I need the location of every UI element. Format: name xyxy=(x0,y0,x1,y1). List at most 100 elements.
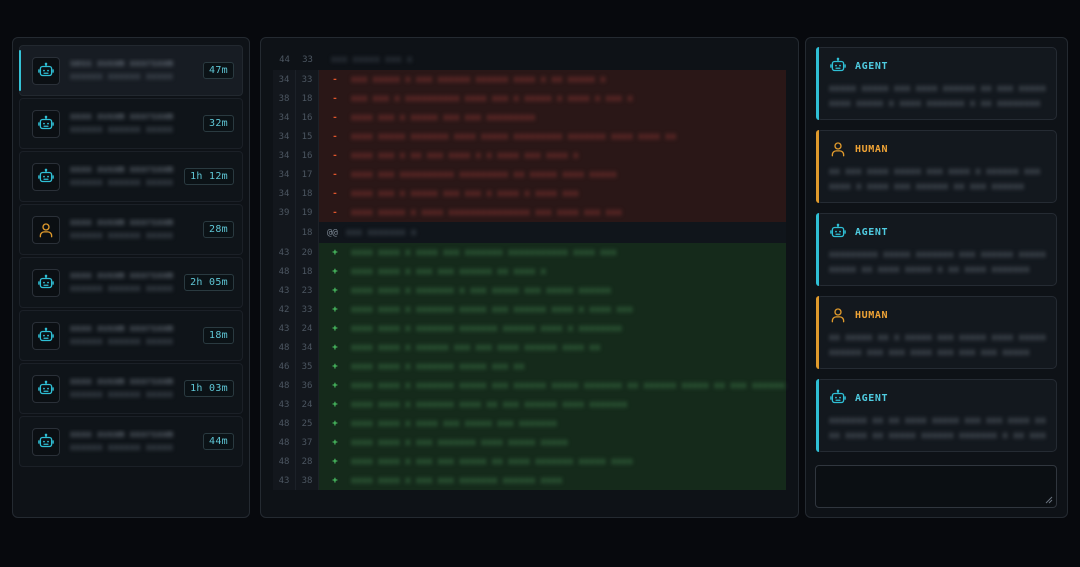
code-text: xxxx xxxx x xxxxxxx xxxxxxx xxxxxx xxxx … xyxy=(351,323,622,334)
plus-sign: + xyxy=(332,399,338,410)
diff-added-line: 48 28 + xxxx xxxx x xxx xxx xxxxx xx xxxx x… xyxy=(273,452,786,471)
message-text-line: xxxxxxx xx xx xxxx xxxxx xxx xxx xxxx xx… xyxy=(829,416,1046,426)
person-icon xyxy=(829,140,847,158)
code-text: xxxx xxx x xxxxx xxx xxx xxxxxxxxx xyxy=(351,112,536,123)
message-header: AGENT xyxy=(829,57,1046,75)
minus-sign: - xyxy=(332,74,338,85)
diff-added-line: 48 25 + xxxx xxxx x xxxx xxx xxxxx xxx xxxx… xyxy=(273,414,786,433)
diff-added-line: 48 36 + xxxx xxxx x xxxxxxx xxxxx xxx xxxxx… xyxy=(273,376,786,395)
resize-handle-icon[interactable] xyxy=(1045,496,1053,504)
session-text: xxxx xvxxm xxxrsxxm xxxxxx xxxxxx xxxxx xyxy=(60,270,184,296)
session-title: xxxx xvxxm xxxrsxxm xyxy=(70,270,173,281)
diff-added-line: 43 38 + xxxx xxxx x xxx xxx xxxxxxx xxxxxx … xyxy=(273,471,786,490)
new-line-number: 33 xyxy=(296,70,319,89)
session-item[interactable]: xxxx xvxxm xxxrsxxm xxxxxx xxxxxx xxxxx 1h… xyxy=(19,363,243,414)
robot-icon xyxy=(32,162,60,191)
session-duration-badge: 44m xyxy=(203,433,234,450)
message-text-line: xx xxxx xx xxxxx xxxxxx xxxxxxx x xx xxx xyxy=(829,431,1046,441)
message-header: AGENT xyxy=(829,389,1046,407)
code-text: xxxx xxxxx x xxxx xxxxxxxxxxxxxxx xxx xx… xyxy=(351,207,622,218)
session-duration-badge: 2h 05m xyxy=(184,274,234,291)
new-line-number: 33 xyxy=(296,300,319,319)
code-text: xxxx xxxx x xxxxxxx xxxxx xxx xx xyxy=(351,361,525,372)
plus-sign: + xyxy=(332,304,338,315)
plus-sign: + xyxy=(332,342,338,353)
session-item[interactable]: xxxx xvxxm xxxrsxxm xxxxxx xxxxxx xxxxx 32… xyxy=(19,98,243,149)
message-body: xxxxxxx xx xx xxxx xxxxx xxx xxx xxxx xx… xyxy=(829,414,1046,444)
agent-message: AGENT xxxxx xxxxx xxx xxxx xxxxxx xx xxx … xyxy=(816,47,1057,120)
session-subtitle: xxxxxx xxxxxx xxxxx xyxy=(70,124,173,135)
plus-sign: + xyxy=(332,418,338,429)
minus-sign: - xyxy=(332,112,338,123)
diff-added-line: 48 34 + xxxx xxxx x xxxxxx xxx xxx xxxx xxx… xyxy=(273,338,786,357)
old-line-number: 48 xyxy=(273,262,296,281)
plus-sign: + xyxy=(332,361,338,372)
code-text: xxxx xxx x xxxxx xxx xxx x xxxx x xxxx x… xyxy=(351,188,579,199)
session-item[interactable]: xxxx xvxxm xxxrsxxm xxxxxx xxxxxx xxxxx 1h… xyxy=(19,151,243,202)
message-input[interactable] xyxy=(815,465,1057,508)
robot-icon xyxy=(32,374,60,403)
old-line-number: 43 xyxy=(273,471,296,490)
minus-sign: - xyxy=(332,188,338,199)
session-item[interactable]: xxxx xvxxm xxxrsxxm xxxxxx xxxxxx xxxxx 18… xyxy=(19,310,243,361)
diff-removed-line: 34 18 - xxxx xxx x xxxxx xxx xxx x xxxx x x… xyxy=(273,184,786,203)
plus-sign: + xyxy=(332,247,338,258)
new-line-number: 20 xyxy=(296,243,319,262)
code-text: xxxx xxxx x xxxx xxx xxxxxxx xxxxxxxxxxx… xyxy=(351,247,617,258)
message-text-line: xxxx x xxxx xxx xxxxxx xx xxx xxxxxx xyxy=(829,182,1025,192)
message-text-line: xxxxx xx xxxx xxxxx x xx xxxx xxxxxxx xyxy=(829,265,1030,275)
code-text: xxxx xxxx x xxx xxxxxxx xxxx xxxxx xxxxx xyxy=(351,437,568,448)
old-line-number: 34 xyxy=(273,127,296,146)
message-header: AGENT xyxy=(829,223,1046,241)
old-line-number: 48 xyxy=(273,376,296,395)
session-title: sess xvxxm xxxrsxxm xyxy=(70,58,173,69)
session-item[interactable]: xxxx xvxxm xxxrsxxm xxxxxx xxxxxx xxxxx 44… xyxy=(19,416,243,467)
new-line-number: 35 xyxy=(296,357,319,376)
hunk-marker: @@ xyxy=(327,227,338,238)
code-text: xxxx xxxx x xxxxxxx xxxxx xxx xxxxxx xxx… xyxy=(351,304,633,315)
robot-icon xyxy=(32,321,60,350)
diff-viewer-panel: 44 33 xxx xxxxx xxx x 34 33- xxx xxxxx x xxx … xyxy=(260,37,799,518)
new-line-number: 16 xyxy=(296,146,319,165)
session-title: xxxx xvxxm xxxrsxxm xyxy=(70,376,173,387)
plus-sign: + xyxy=(332,285,338,296)
session-duration-badge: 1h 03m xyxy=(184,380,234,397)
old-line-number: 48 xyxy=(273,452,296,471)
agent-message: AGENT xxxxxxxxx xxxxx xxxxxxx xxx xxxxxx … xyxy=(816,213,1057,286)
old-line-number: 38 xyxy=(273,89,296,108)
message-header: HUMAN xyxy=(829,306,1046,324)
session-duration-badge: 18m xyxy=(203,327,234,344)
message-body: xxxxxxxxx xxxxx xxxxxxx xxx xxxxxx xxxxx… xyxy=(829,248,1046,278)
old-line-number: 43 xyxy=(273,243,296,262)
new-line-number: 18 xyxy=(296,89,319,108)
session-duration-badge: 47m xyxy=(203,62,234,79)
plus-sign: + xyxy=(332,437,338,448)
new-line-number: 15 xyxy=(296,127,319,146)
message-role-label: AGENT xyxy=(855,60,889,72)
diff-added-line: 48 18 + xxxx xxxx x xxx xxx xxxxxx xx xxxx … xyxy=(273,262,786,281)
code-text: xxxx xxxx x xxx xxx xxxxxxx xxxxxx xxxx xyxy=(351,475,563,486)
minus-sign: - xyxy=(332,207,338,218)
diff-removed-line: 34 17 - xxxx xxx xxxxxxxxxx xxxxxxxxx xx xx… xyxy=(273,165,786,184)
session-item[interactable]: xxxx xvxxm xxxrsxxm xxxxxx xxxxxx xxxxx 28… xyxy=(19,204,243,255)
diff-header: 44 33 xxx xxxxx xxx x xyxy=(273,50,786,70)
diff-added-line: 48 37 + xxxx xxxx x xxx xxxxxxx xxxx xxxxx … xyxy=(273,433,786,452)
old-line-number: 42 xyxy=(273,300,296,319)
message-text-line: xxxxxx xxx xxx xxxx xxx xxx xxx xxxxx xyxy=(829,348,1030,358)
session-item[interactable]: xxxx xvxxm xxxrsxxm xxxxxx xxxxxx xxxxx 2h… xyxy=(19,257,243,308)
new-line-number: 24 xyxy=(296,395,319,414)
session-text: xxxx xvxxm xxxrsxxm xxxxxx xxxxxx xxxxx xyxy=(60,429,203,455)
diff-removed-line: 39 19 - xxxx xxxxx x xxxx xxxxxxxxxxxxxxx x… xyxy=(273,203,786,222)
session-item[interactable]: sess xvxxm xxxrsxxm xxxxxx xxxxxx xxxxx 47… xyxy=(19,45,243,96)
message-role-label: HUMAN xyxy=(855,309,889,321)
minus-sign: - xyxy=(332,150,338,161)
old-line-number: 43 xyxy=(273,281,296,300)
diff-added-line: 46 35 + xxxx xxxx x xxxxxxx xxxxx xxx xx xyxy=(273,357,786,376)
human-message: HUMAN xx xxx xxxx xxxxx xxx xxxx x xxxxxx… xyxy=(816,130,1057,203)
session-text: xxxx xvxxm xxxrsxxm xxxxxx xxxxxx xxxxx xyxy=(60,376,184,402)
message-text-line: xx xxxxx xx x xxxxx xxx xxxxx xxxx xxxxx… xyxy=(829,333,1046,343)
old-line-number xyxy=(273,222,296,243)
message-role-label: AGENT xyxy=(855,226,889,238)
old-line-number: 43 xyxy=(273,395,296,414)
hunk-text: xxx xxxxxxx x xyxy=(345,227,417,238)
